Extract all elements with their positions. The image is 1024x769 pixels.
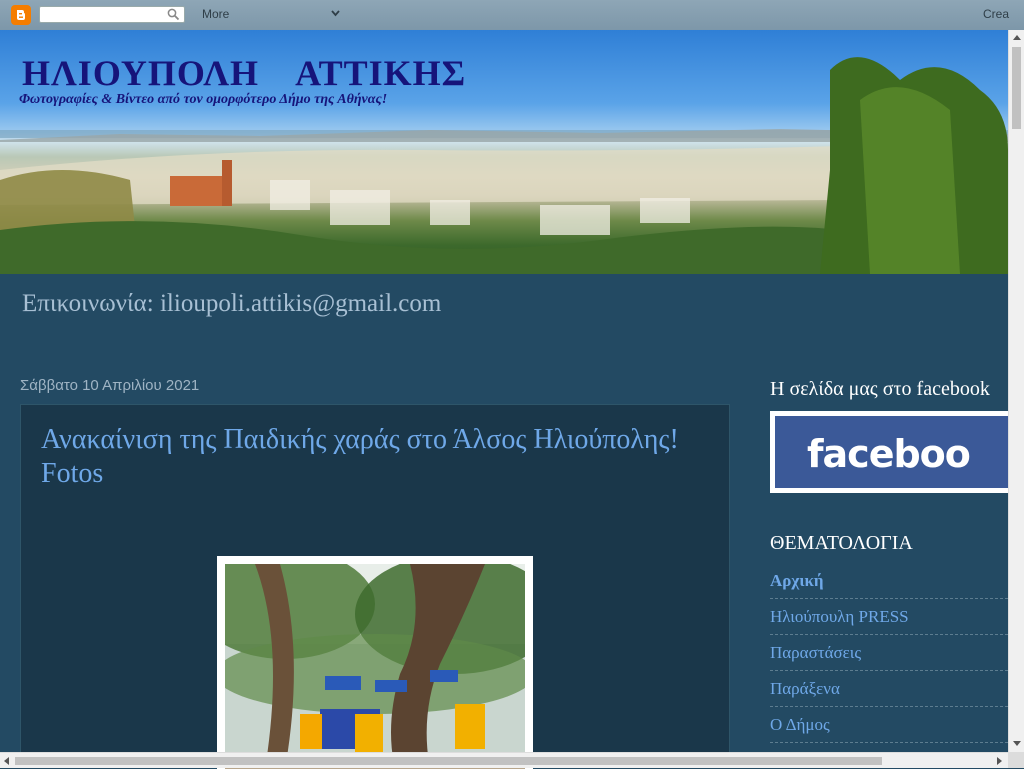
- more-menu-label[interactable]: More: [202, 7, 229, 21]
- scroll-up-arrow-icon[interactable]: [1013, 35, 1021, 40]
- facebook-widget-heading: Η σελίδα μας στο facebook: [770, 378, 990, 400]
- post-date: Σάββατο 10 Απριλίου 2021: [20, 377, 200, 394]
- blogger-navbar: More Crea: [0, 0, 1024, 31]
- category-link-home[interactable]: Αρχική: [770, 563, 1008, 599]
- facebook-badge-text: faceboo: [807, 432, 971, 476]
- search-icon[interactable]: [167, 8, 180, 21]
- post-title-link[interactable]: Ανακαίνιση της Παιδικής χαράς στο Άλσος …: [41, 423, 701, 491]
- blog-search-input[interactable]: [39, 6, 185, 23]
- category-link-performances[interactable]: Παραστάσεις: [770, 635, 1008, 671]
- facebook-page-badge[interactable]: faceboo: [770, 411, 1008, 493]
- category-link-press[interactable]: Ηλιούπουλη PRESS: [770, 599, 1008, 635]
- create-blog-link[interactable]: Crea: [983, 7, 1009, 21]
- blog-title[interactable]: ΗΛΙΟΥΠΟΛΗ ΑΤΤΙΚΗΣ: [22, 52, 466, 94]
- blog-description: Επικοινωνία: ilioupoli.attikis@gmail.com: [22, 290, 442, 317]
- blog-subtitle: Φωτογραφίες & Βίντεο από τον ομορφότερο …: [19, 92, 388, 107]
- facebook-logo-icon[interactable]: faceboo: [775, 416, 1008, 488]
- blog-post: Ανακαίνιση της Παιδικής χαράς στο Άλσος …: [20, 404, 730, 769]
- category-link-weird[interactable]: Παράξενα: [770, 671, 1008, 707]
- vertical-scrollbar[interactable]: [1008, 30, 1024, 752]
- vertical-scroll-thumb[interactable]: [1012, 47, 1021, 129]
- scroll-right-arrow-icon[interactable]: [997, 757, 1002, 765]
- categories-list: Αρχική Ηλιούπουλη PRESS Παραστάσεις Παρά…: [770, 563, 1008, 743]
- chevron-down-icon[interactable]: [330, 8, 341, 19]
- horizontal-scrollbar[interactable]: [0, 752, 1008, 768]
- category-link-municipality[interactable]: Ο Δήμος: [770, 707, 1008, 743]
- blogger-logo-icon[interactable]: [11, 5, 31, 25]
- scrollbar-corner: [1008, 752, 1024, 768]
- categories-heading: ΘΕΜΑΤΟΛΟΓΙΑ: [770, 532, 913, 554]
- blog-header-banner: ΗΛΙΟΥΠΟΛΗ ΑΤΤΙΚΗΣ Φωτογραφίες & Βίντεο α…: [0, 30, 1008, 274]
- scroll-left-arrow-icon[interactable]: [4, 757, 9, 765]
- post-image-frame[interactable]: [217, 556, 533, 769]
- horizontal-scroll-thumb[interactable]: [15, 757, 882, 765]
- scroll-down-arrow-icon[interactable]: [1013, 741, 1021, 746]
- playground-photo[interactable]: [225, 564, 525, 769]
